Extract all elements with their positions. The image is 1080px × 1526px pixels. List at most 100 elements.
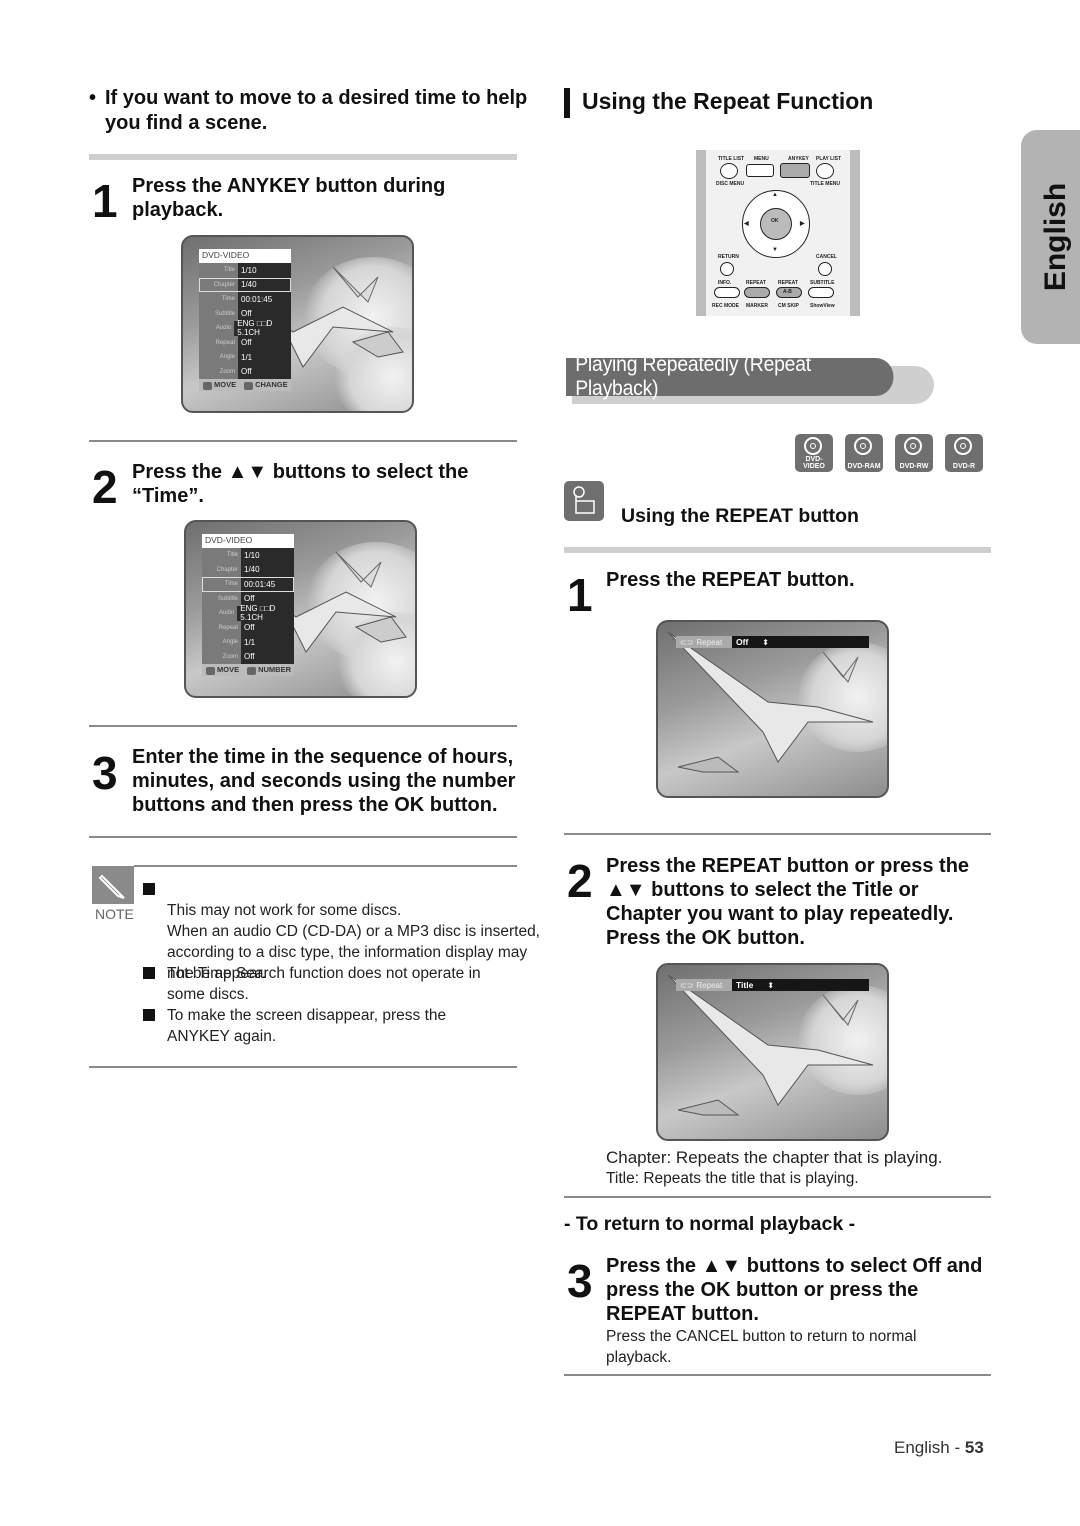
info-panel: DVD-VIDEO Title 1/10 Chapter 1/40 Time 00:0…	[199, 249, 291, 391]
hand-press-icon	[564, 481, 604, 521]
language-tab: English	[1021, 130, 1080, 344]
repeat-icon: ⊂⊃	[680, 637, 694, 647]
updown-arrow-icon: ⬍	[767, 980, 775, 990]
osd-value: Off	[241, 367, 252, 377]
disc-label: DVD-RAM	[847, 463, 881, 470]
osd-screenshot-1: DVD-VIDEO Title 1/10 Chapter 1/40 Time 00:0…	[181, 235, 414, 413]
osd-value: 00:01:45	[241, 294, 273, 304]
note-item: The Time Search function does not operat…	[143, 963, 517, 1005]
divider	[564, 547, 991, 553]
remote-label: REPEAT	[778, 280, 798, 286]
right-arrow-icon: ▶	[800, 221, 805, 227]
osd-footer-action: NUMBER	[258, 665, 292, 675]
repeat-screenshot-title: ⊂⊃ Repeat Title ⬍	[656, 963, 889, 1141]
seagull-image	[667, 974, 874, 1116]
remote-label: DISC MENU	[716, 181, 745, 187]
osd-value: Off	[244, 652, 255, 662]
play-list-button	[816, 163, 834, 179]
pencil-icon	[98, 874, 125, 899]
osd-value: 1/1	[241, 352, 253, 362]
remote-label: INFO.	[718, 280, 732, 286]
language-tab-label: English	[1039, 182, 1072, 292]
step-number: 3	[92, 747, 118, 799]
osd-value: Off	[244, 623, 255, 633]
section-banner: Playing Repeatedly (Repeat Playback)	[566, 353, 894, 400]
intro-text: If you want to move to a desired time to…	[105, 87, 528, 134]
chapter-description: Chapter: Repeats the chapter that is pla…	[606, 1148, 943, 1167]
osd-label: Repeat	[199, 335, 238, 350]
osd-screenshot-2: DVD-VIDEO Title 1/10 Chapter 1/40 Time 00:0…	[184, 520, 417, 698]
osd-label: Repeat	[202, 620, 241, 635]
repeat-osd-bar: ⊂⊃ Repeat Title ⬍	[676, 979, 869, 991]
osd-value: 1/10	[244, 550, 260, 560]
divider	[89, 836, 517, 838]
up-arrow-icon: ▲	[772, 192, 778, 198]
osd-value: 1/1	[244, 637, 256, 647]
info-panel: DVD-VIDEO Title 1/10 Chapter 1/40 Time 00:0…	[202, 534, 294, 676]
cancel-note: Press the CANCEL button to return to nor…	[606, 1328, 917, 1366]
step-number: 2	[92, 461, 118, 513]
repeat-button	[744, 287, 770, 298]
footer-lang: English -	[894, 1438, 965, 1457]
repeat-value: Off	[736, 637, 749, 647]
osd-label: Angle	[202, 635, 241, 650]
seagull-image	[667, 631, 874, 773]
step-text: Enter the time in the sequence of hours,…	[132, 746, 516, 816]
osd-value: 1/40	[244, 565, 260, 575]
remote-label: RETURN	[718, 254, 739, 260]
dvd-video-icon: DVD-VIDEO	[795, 434, 833, 472]
osd-value: Off	[241, 338, 252, 348]
step-text: Press the REPEAT button.	[606, 569, 855, 591]
divider	[134, 865, 517, 867]
osd-footer-move: MOVE	[217, 665, 240, 675]
remote-label: CM SKIP	[778, 303, 799, 309]
note-pencil-icon	[92, 866, 134, 904]
remote-label: PLAY LIST	[816, 156, 842, 162]
title-description: Title: Repeats the title that is playing…	[606, 1170, 859, 1187]
osd-label: Zoom	[202, 649, 241, 664]
osd-value: Off	[244, 594, 255, 604]
osd-label: Time	[202, 577, 241, 592]
osd-label: Chapter	[202, 562, 241, 577]
osd-value: 1/10	[241, 265, 257, 275]
menu-button	[746, 164, 774, 177]
osd-label: Title	[199, 263, 238, 278]
disc-label: DVD-RW	[899, 463, 929, 470]
section-title: Using the Repeat Function	[582, 88, 874, 114]
osd-value: 1/40	[241, 280, 257, 290]
step-text: Press the ANYKEY button during playback.	[132, 175, 446, 221]
remote-label: MENU	[754, 156, 769, 162]
info-button	[714, 287, 740, 298]
repeat-label: Repeat	[696, 637, 723, 647]
section-marker	[564, 88, 570, 118]
repeat-label: Repeat	[696, 980, 723, 990]
step-text: Press the ▲▼ buttons to select Off and p…	[606, 1255, 983, 1325]
disc-label: DVD-VIDEO	[803, 456, 825, 470]
osd-label: Subtitle	[199, 306, 238, 321]
bullet-square-icon	[143, 1009, 155, 1021]
osd-header: DVD-VIDEO	[202, 534, 294, 548]
note-label: NOTE	[95, 906, 134, 922]
divider	[564, 1374, 991, 1376]
page-footer: English - 53	[894, 1438, 984, 1458]
step-number: 1	[92, 175, 118, 227]
osd-footer-action: CHANGE	[255, 380, 288, 390]
bullet-dot: •	[89, 87, 97, 109]
return-heading: - To return to normal playback -	[564, 1213, 856, 1235]
divider	[89, 725, 517, 727]
subtitle-button	[808, 287, 834, 298]
remote-label: REC MODE	[712, 303, 739, 309]
osd-label: Chapter	[199, 277, 238, 292]
note-text: The Time Search function does not operat…	[167, 965, 481, 1003]
osd-value: 00:01:45	[244, 579, 276, 589]
remote-label: ShowView	[810, 303, 835, 309]
remote-label: TITLE MENU	[810, 181, 840, 187]
osd-label: Time	[199, 292, 238, 307]
note-text: To make the screen disappear, press the …	[167, 1007, 447, 1045]
subsection-title: Using the REPEAT button	[621, 505, 859, 527]
divider	[564, 1196, 991, 1198]
remote-label: MARKER	[746, 303, 768, 309]
remote-label: OK	[771, 218, 779, 224]
osd-label: Subtitle	[202, 591, 241, 606]
step-number: 3	[567, 1255, 593, 1307]
